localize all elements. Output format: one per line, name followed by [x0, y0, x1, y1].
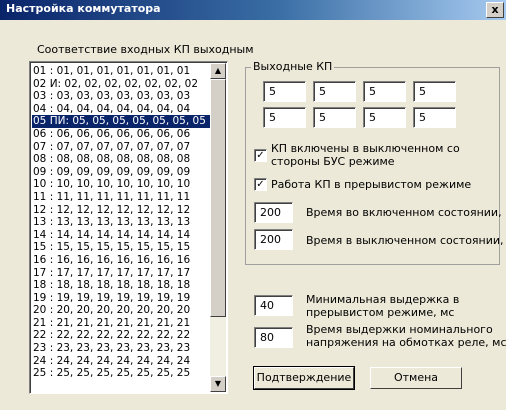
min-delay-input[interactable]: 40 [254, 295, 293, 316]
off-time-label: Время в выключенном состоянии, мс [306, 234, 506, 247]
output-field-4[interactable]: 5 [413, 81, 456, 102]
close-button[interactable]: x [486, 2, 504, 18]
list-item[interactable]: 20 : 20, 20, 20, 20, 20, 20, 20 [32, 304, 212, 317]
nominal-delay-label-line1: Время выдержки номинального [306, 323, 493, 336]
on-time-label: Время во включенном состоянии, мс [306, 206, 506, 219]
scroll-down-button[interactable]: ▼ [210, 376, 226, 392]
nominal-delay-label-line2: напряжения на обмотках реле, мс [306, 336, 506, 349]
output-field-8[interactable]: 5 [413, 107, 456, 128]
outputs-group-label: Выходные КП [251, 60, 335, 73]
list-item[interactable]: 21 : 21, 21, 21, 21, 21, 21, 21 [32, 317, 212, 330]
output-field-6[interactable]: 5 [313, 107, 356, 128]
list-item[interactable]: 05 ПИ: 05, 05, 05, 05, 05, 05, 05 [32, 115, 212, 128]
list-item[interactable]: 15 : 15, 15, 15, 15, 15, 15, 15 [32, 241, 212, 254]
min-delay-label-line2: прерывистом режиме, мс [306, 306, 455, 319]
list-item[interactable]: 14 : 14, 14, 14, 14, 14, 14, 14 [32, 229, 212, 242]
min-delay-label-line1: Минимальная выдержка в [306, 293, 460, 306]
output-field-7[interactable]: 5 [363, 107, 406, 128]
mapping-listbox[interactable]: 01 : 01, 01, 01, 01, 01, 01, 01 02 И: 02,… [29, 61, 228, 394]
window-title: Настройка коммутатора [6, 2, 161, 15]
list-item[interactable]: 18 : 18, 18, 18, 18, 18, 18, 18 [32, 279, 212, 292]
switch-settings-dialog: Настройка коммутатора x Соответствие вхо… [0, 0, 506, 410]
nominal-delay-input[interactable]: 80 [254, 327, 293, 348]
list-item[interactable]: 07 : 07, 07, 07, 07, 07, 07, 07 [32, 141, 212, 154]
bus-mode-label-line1: КП включены в выключенном со [271, 142, 460, 155]
bus-mode-label-line2: стороны БУС режиме [271, 155, 395, 168]
intermittent-mode-checkbox[interactable]: ✓ [254, 178, 267, 191]
list-item[interactable]: 25 : 25, 25, 25, 25, 25, 25, 25 [32, 367, 212, 380]
output-field-2[interactable]: 5 [313, 81, 356, 102]
output-field-5[interactable]: 5 [263, 107, 306, 128]
list-item[interactable]: 17 : 17, 17, 17, 17, 17, 17, 17 [32, 267, 212, 280]
confirm-button[interactable]: Подтверждение [253, 366, 355, 390]
list-scrollbar[interactable]: ▲ ▼ [210, 63, 226, 392]
list-item[interactable]: 13 : 13, 13, 13, 13, 13, 13, 13 [32, 216, 212, 229]
list-item[interactable]: 16 : 16, 16, 16, 16, 16, 16, 16 [32, 254, 212, 267]
output-field-3[interactable]: 5 [363, 81, 406, 102]
off-time-input[interactable]: 200 [254, 229, 293, 250]
scroll-up-button[interactable]: ▲ [210, 63, 226, 79]
list-item[interactable]: 01 : 01, 01, 01, 01, 01, 01, 01 [32, 65, 212, 78]
list-item[interactable]: 22 : 22, 22, 22, 22, 22, 22, 22 [32, 329, 212, 342]
list-item[interactable]: 03 : 03, 03, 03, 03, 03, 03, 03 [32, 90, 212, 103]
scroll-thumb[interactable] [210, 79, 226, 317]
intermittent-mode-label: Работа КП в прерывистом режиме [271, 178, 472, 191]
list-item[interactable]: 06 : 06, 06, 06, 06, 06, 06, 06 [32, 128, 212, 141]
bus-mode-checkbox[interactable]: ✓ [254, 149, 267, 162]
list-item[interactable]: 23 : 23, 23, 23, 23, 23, 23, 23 [32, 342, 212, 355]
list-item[interactable]: 04 : 04, 04, 04, 04, 04, 04, 04 [32, 103, 212, 116]
title-bar: Настройка коммутатора x [0, 0, 506, 20]
list-item[interactable]: 10 : 10, 10, 10, 10, 10, 10, 10 [32, 178, 212, 191]
list-item[interactable]: 11 : 11, 11, 11, 11, 11, 11, 11 [32, 191, 212, 204]
output-field-1[interactable]: 5 [263, 81, 306, 102]
list-item[interactable]: 19 : 19, 19, 19, 19, 19, 19, 19 [32, 292, 212, 305]
list-item[interactable]: 09 : 09, 09, 09, 09, 09, 09, 09 [32, 166, 212, 179]
cancel-button[interactable]: Отмена [370, 367, 462, 389]
list-item[interactable]: 08 : 08, 08, 08, 08, 08, 08, 08 [32, 153, 212, 166]
on-time-input[interactable]: 200 [254, 202, 293, 223]
list-item[interactable]: 02 И: 02, 02, 02, 02, 02, 02, 02 [32, 78, 212, 91]
mapping-heading: Соответствие входных КП выходным [37, 43, 254, 56]
mapping-list: 01 : 01, 01, 01, 01, 01, 01, 01 02 И: 02,… [32, 65, 212, 380]
list-item[interactable]: 12 : 12, 12, 12, 12, 12, 12, 12 [32, 204, 212, 217]
list-item[interactable]: 24 : 24, 24, 24, 24, 24, 24, 24 [32, 355, 212, 368]
